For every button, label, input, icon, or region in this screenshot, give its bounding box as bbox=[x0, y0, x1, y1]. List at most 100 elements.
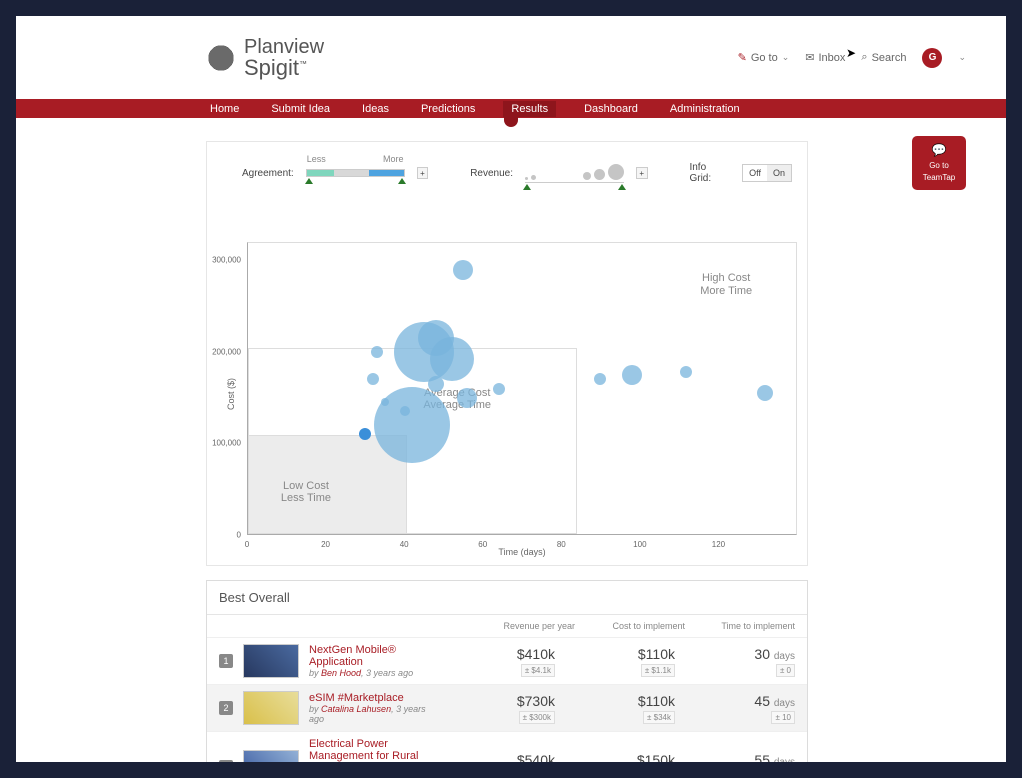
avatar[interactable]: G bbox=[922, 48, 942, 68]
user-chevron-down-icon[interactable]: ⌄ bbox=[958, 52, 966, 63]
bubble[interactable] bbox=[622, 365, 642, 385]
idea-title[interactable]: NextGen Mobile® Application bbox=[309, 644, 435, 668]
info-grid-toggle: Off On bbox=[742, 164, 792, 182]
slider-handle-left-icon[interactable] bbox=[305, 178, 313, 184]
revenue-dot-icon bbox=[583, 172, 591, 180]
metric-time: 30 days± 0 bbox=[685, 646, 795, 677]
inbox-link[interactable]: ✉ Inbox bbox=[805, 51, 845, 64]
brand-line2: Spigit™ bbox=[244, 57, 324, 79]
metric-revenue: $540k± $110k bbox=[445, 752, 555, 763]
slider-handle-left-icon[interactable] bbox=[523, 184, 531, 190]
quadrant-label-low: Low CostLess Time bbox=[281, 480, 331, 505]
nav-home[interactable]: Home bbox=[206, 101, 243, 117]
x-tick: 0 bbox=[245, 540, 249, 549]
quadrant-label-high: High CostMore Time bbox=[700, 272, 752, 297]
column-header: Time to implement bbox=[685, 621, 795, 631]
agreement-expand-button[interactable]: + bbox=[417, 167, 429, 179]
revenue-dot-icon bbox=[608, 164, 624, 180]
metric-revenue: $410k± $4.1k bbox=[445, 646, 555, 677]
idea-thumbnail[interactable] bbox=[243, 644, 299, 678]
x-tick: 120 bbox=[712, 540, 725, 549]
bubble[interactable] bbox=[680, 366, 692, 378]
metric-cost: $110k± $34k bbox=[565, 693, 675, 724]
info-grid-off[interactable]: Off bbox=[743, 165, 767, 181]
x-axis-label: Time (days) bbox=[498, 547, 545, 557]
idea-meta: by Ben Hood, 3 years ago bbox=[309, 668, 435, 678]
table-row[interactable]: 2eSIM #Marketplaceby Catalina Lahusen, 3… bbox=[207, 684, 807, 731]
best-overall-panel: Best Overall Revenue per yearCost to imp… bbox=[206, 580, 808, 762]
slider-handle-right-icon[interactable] bbox=[618, 184, 626, 190]
bubble[interactable] bbox=[374, 387, 450, 463]
brand-line1: Planview bbox=[244, 37, 324, 57]
table-row[interactable]: 1 NextGen Mobile® Applicationby Ben Hood,… bbox=[207, 637, 807, 684]
brand-logo[interactable]: Planview Spigit™ bbox=[206, 37, 324, 79]
x-tick: 100 bbox=[633, 540, 646, 549]
chevron-down-icon: ⌄ bbox=[782, 52, 790, 63]
bubble[interactable] bbox=[371, 346, 383, 358]
x-tick: 80 bbox=[557, 540, 566, 549]
revenue-slider[interactable] bbox=[525, 164, 624, 183]
rank-badge: 1 bbox=[219, 654, 233, 668]
x-tick: 20 bbox=[321, 540, 330, 549]
revenue-dot-icon bbox=[594, 169, 605, 180]
idea-thumbnail[interactable] bbox=[243, 691, 299, 725]
logo-icon bbox=[206, 43, 236, 73]
pin-icon: ✎ bbox=[738, 51, 747, 64]
info-grid-on[interactable]: On bbox=[767, 165, 791, 181]
rank-badge: 3 bbox=[219, 760, 233, 762]
agreement-label: Agreement: bbox=[242, 168, 294, 179]
nav-predictions[interactable]: Predictions bbox=[417, 101, 479, 117]
chat-icon: 💬 bbox=[932, 143, 947, 157]
bubble[interactable] bbox=[757, 385, 773, 401]
revenue-expand-button[interactable]: + bbox=[636, 167, 648, 179]
hanging-badge-icon bbox=[504, 116, 518, 127]
bubble-chart[interactable]: Cost ($) Time (days) Low CostLess Time A… bbox=[247, 242, 797, 535]
y-tick: 300,000 bbox=[207, 256, 241, 265]
nav-ideas[interactable]: Ideas bbox=[358, 101, 393, 117]
y-tick: 0 bbox=[207, 531, 241, 540]
best-header-row: Revenue per yearCost to implementTime to… bbox=[207, 615, 807, 637]
table-row[interactable]: 3 Electrical Power Management for Rural A… bbox=[207, 731, 807, 762]
metric-time: 55 days± 10 bbox=[685, 752, 795, 763]
metric-time: 45 days± 10 bbox=[685, 693, 795, 724]
metric-revenue: $730k± $300k bbox=[445, 693, 555, 724]
bubble[interactable] bbox=[359, 428, 371, 440]
app-frame: Planview Spigit™ ✎ Go to ⌄ ✉ Inbox ⌕ Sea… bbox=[0, 0, 1022, 778]
revenue-dot-icon bbox=[531, 175, 536, 180]
mail-icon: ✉ bbox=[805, 51, 814, 64]
idea-title[interactable]: eSIM #Marketplace bbox=[309, 692, 435, 704]
idea-thumbnail[interactable] bbox=[243, 750, 299, 762]
teamtap-button[interactable]: 💬 Go to TeamTap bbox=[912, 136, 966, 190]
metric-cost: $110k± $1.1k bbox=[565, 646, 675, 677]
rank-badge: 2 bbox=[219, 701, 233, 715]
bubble[interactable] bbox=[594, 373, 606, 385]
slider-handle-right-icon[interactable] bbox=[398, 178, 406, 184]
brand-name: Planview Spigit™ bbox=[244, 37, 324, 79]
nav-dashboard[interactable]: Dashboard bbox=[580, 101, 642, 117]
cursor-icon: ➤ bbox=[846, 46, 856, 60]
nav-administration[interactable]: Administration bbox=[666, 101, 744, 117]
bubble[interactable] bbox=[430, 337, 474, 381]
bubble[interactable] bbox=[457, 388, 477, 408]
page-bg: Planview Spigit™ ✎ Go to ⌄ ✉ Inbox ⌕ Sea… bbox=[16, 16, 1006, 762]
header: Planview Spigit™ ✎ Go to ⌄ ✉ Inbox ⌕ Sea… bbox=[16, 16, 1006, 99]
nav-submit-idea[interactable]: Submit Idea bbox=[267, 101, 334, 117]
idea-title[interactable]: Electrical Power Management for Rural Ar… bbox=[309, 738, 435, 762]
idea-info: NextGen Mobile® Applicationby Ben Hood, … bbox=[309, 644, 435, 678]
info-grid-label: Info Grid: bbox=[689, 162, 730, 184]
column-header: Revenue per year bbox=[465, 621, 575, 631]
y-tick: 100,000 bbox=[207, 439, 241, 448]
plot-area: Low CostLess Time Average CostAverage Ti… bbox=[247, 242, 797, 535]
nav-results[interactable]: Results bbox=[503, 101, 556, 117]
goto-menu[interactable]: ✎ Go to ⌄ bbox=[738, 51, 790, 64]
agreement-slider[interactable]: Less More bbox=[306, 169, 405, 177]
chart-panel: Agreement: Less More + Revenue: bbox=[206, 141, 808, 566]
chart-controls: Agreement: Less More + Revenue: bbox=[242, 162, 792, 184]
bubble[interactable] bbox=[493, 383, 505, 395]
bubble[interactable] bbox=[453, 260, 473, 280]
idea-info: Electrical Power Management for Rural Ar… bbox=[309, 738, 435, 762]
y-tick: 200,000 bbox=[207, 347, 241, 356]
search-link[interactable]: ⌕ Search bbox=[861, 51, 906, 64]
bubble[interactable] bbox=[367, 373, 379, 385]
x-tick: 40 bbox=[400, 540, 409, 549]
